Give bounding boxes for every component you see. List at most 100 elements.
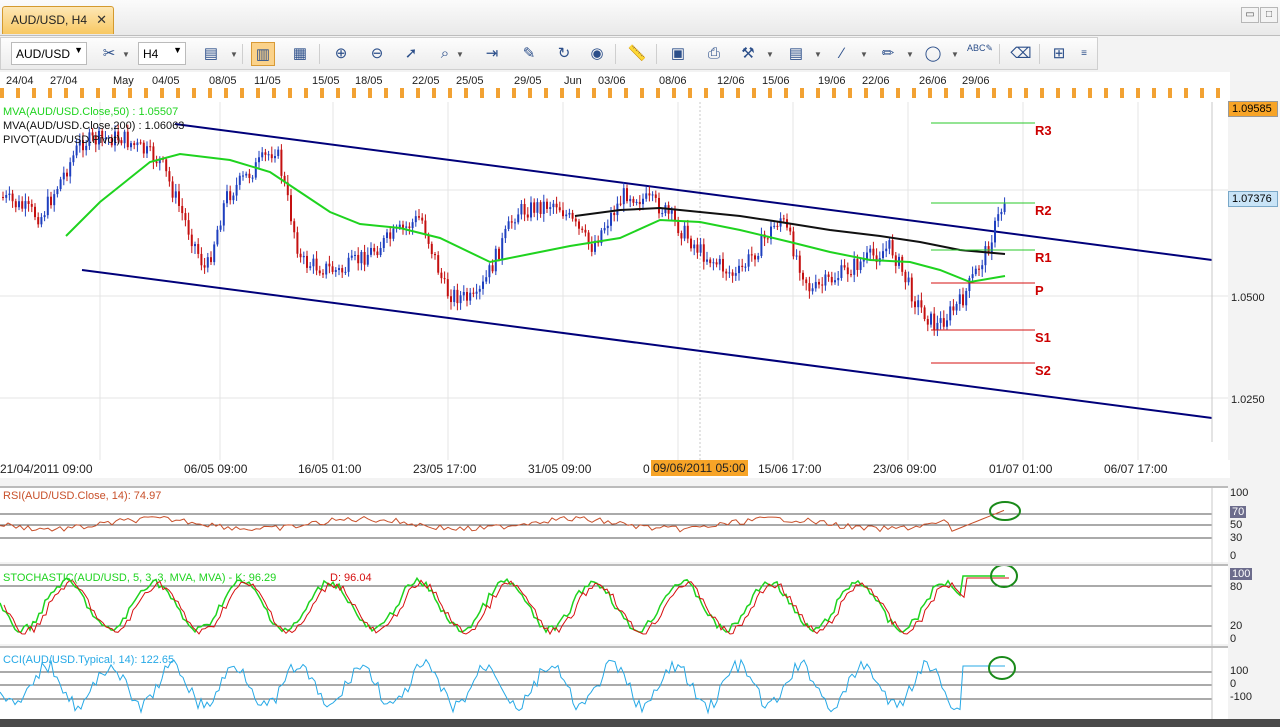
chevron-down-icon[interactable]: ▼ <box>906 50 914 59</box>
picture-icon[interactable]: ▣ <box>666 42 690 66</box>
candle-body <box>891 240 894 256</box>
chart-tab[interactable]: AUD/USD, H4 ✕ <box>2 6 114 34</box>
restore-window-icon[interactable]: ▭ <box>1241 7 1259 23</box>
period-separator-icon[interactable]: ⇥ <box>480 42 504 66</box>
candles-icon[interactable]: ▥ <box>251 42 275 66</box>
bars-icon[interactable]: ▦ <box>288 42 312 66</box>
candle-body <box>37 217 40 225</box>
candle-body <box>190 234 193 247</box>
ellipse-icon[interactable]: ◯ <box>921 42 945 66</box>
candle-body <box>686 225 689 239</box>
chevron-down-icon[interactable]: ▼ <box>814 50 822 59</box>
candle-body <box>888 240 891 249</box>
rsi-panel[interactable]: RSI(AUD/USD.Close, 14): 74.97 <box>0 486 1228 564</box>
timeframe-select[interactable]: H4 ▼ <box>138 42 186 65</box>
candle-body <box>728 272 731 274</box>
pivot-s2-label: S2 <box>1035 363 1051 378</box>
hierarchy-icon[interactable]: ⊞ <box>1047 42 1071 66</box>
date-label: 18/05 <box>355 75 383 87</box>
candle-body <box>558 207 561 211</box>
candle-body <box>789 227 792 232</box>
candle-body <box>165 159 168 172</box>
candle-body <box>923 307 926 320</box>
refresh-icon[interactable]: ↻ <box>552 42 576 66</box>
date-label: 12/06 <box>717 75 745 87</box>
zoom-area-icon[interactable]: ⌕ <box>433 42 457 66</box>
candle-body <box>869 248 872 253</box>
symbol-select[interactable]: AUD/USD ▼ <box>11 42 87 65</box>
candle-body <box>222 203 225 226</box>
candle-body <box>491 265 494 272</box>
candle-body <box>885 248 888 252</box>
candle-body <box>981 265 984 270</box>
trendline-icon[interactable]: ∕ <box>830 42 854 66</box>
candle-body <box>312 258 315 267</box>
chart-type-icon[interactable]: ▤ <box>199 42 223 66</box>
candle-body <box>325 263 328 275</box>
candle-body <box>229 191 232 201</box>
cursor-icon[interactable]: ➚ <box>399 42 423 66</box>
date-label: 22/06 <box>862 75 890 87</box>
candle-body <box>251 177 254 179</box>
draw-tool-icon[interactable]: ✎ <box>517 42 541 66</box>
toolbar-overflow-icon[interactable]: ≡ <box>1077 42 1091 66</box>
candle-body <box>962 294 964 306</box>
channel-tool-icon[interactable]: ▤ <box>784 42 808 66</box>
stochastic-panel[interactable]: STOCHASTIC(AUD/USD, 5, 3, 3, MVA, MVA) -… <box>0 564 1228 646</box>
price-chart[interactable]: MVA(AUD/USD.Close,50) : 1.05507 MVA(AUD/… <box>0 102 1228 460</box>
stochastic-level: 80 <box>1230 581 1243 593</box>
candle-body <box>69 162 72 177</box>
stochastic-level: 100 <box>1230 568 1253 580</box>
date-label: 11/05 <box>254 75 281 87</box>
cci-panel[interactable]: CCI(AUD/USD.Typical, 14): 122.65 <box>0 646 1228 721</box>
text-tool-icon[interactable]: ABC✎ <box>967 42 993 66</box>
indicators-icon[interactable]: ⚒ <box>736 42 760 66</box>
candle-body <box>530 202 532 218</box>
chevron-down-icon[interactable]: ▼ <box>456 50 464 59</box>
chevron-down-icon[interactable]: ▼ <box>230 50 238 59</box>
zoom-in-icon[interactable]: ⊕ <box>329 42 353 66</box>
zoom-out-icon[interactable]: ⊖ <box>365 42 389 66</box>
chevron-down-icon[interactable]: ▼ <box>860 50 868 59</box>
candle-body <box>738 265 740 274</box>
chevron-down-icon[interactable]: ▼ <box>951 50 959 59</box>
candle-body <box>171 181 174 198</box>
candle-body <box>798 255 801 273</box>
candle-body <box>776 225 779 227</box>
candle-body <box>920 300 923 308</box>
candle-body <box>402 224 404 228</box>
pivot-s1-label: S1 <box>1035 330 1051 345</box>
candle-body <box>699 244 702 253</box>
candle-body <box>619 203 622 205</box>
candle-body <box>904 271 907 283</box>
candle-body <box>722 258 724 272</box>
candle-body <box>354 254 356 256</box>
ruler-icon[interactable]: 📏 <box>625 42 649 66</box>
chevron-down-icon[interactable]: ▼ <box>766 50 774 59</box>
chart-toolbar: AUD/USD ▼ ✂ ▼ H4 ▼ ▤ ▼ ▥ ▦ ⊕ ⊖ ➚ ⌕ ▼ ⇥ ✎ ↻… <box>0 37 1098 70</box>
candle-body <box>226 191 228 204</box>
crosshair-tool-icon[interactable]: ✂ <box>97 42 121 66</box>
date-label: 08/05 <box>209 75 237 87</box>
globe-icon[interactable]: ◉ <box>585 42 609 66</box>
maximize-window-icon[interactable]: □ <box>1260 7 1278 23</box>
candle-body <box>146 146 148 154</box>
close-tab-icon[interactable]: ✕ <box>96 12 107 28</box>
eraser-icon[interactable]: ⌫ <box>1009 42 1033 66</box>
candle-body <box>347 257 350 272</box>
print-icon[interactable]: ⎙ <box>702 42 726 66</box>
candle-body <box>155 161 158 164</box>
ma50-legend: MVA(AUD/USD.Close,50) : 1.05507 <box>3 106 179 118</box>
chevron-down-icon[interactable]: ▼ <box>122 50 130 59</box>
candle-body <box>1003 203 1006 212</box>
price-axis-label: 1.0500 <box>1231 292 1265 304</box>
pen-icon[interactable]: ✏ <box>876 42 900 66</box>
candle-body <box>168 171 171 182</box>
candle-body <box>334 270 337 272</box>
candle-body <box>501 238 504 260</box>
candle-body <box>821 284 824 286</box>
candle-body <box>85 145 88 151</box>
candle-body <box>802 272 804 280</box>
candle-body <box>450 296 452 303</box>
candle-body <box>274 156 276 159</box>
